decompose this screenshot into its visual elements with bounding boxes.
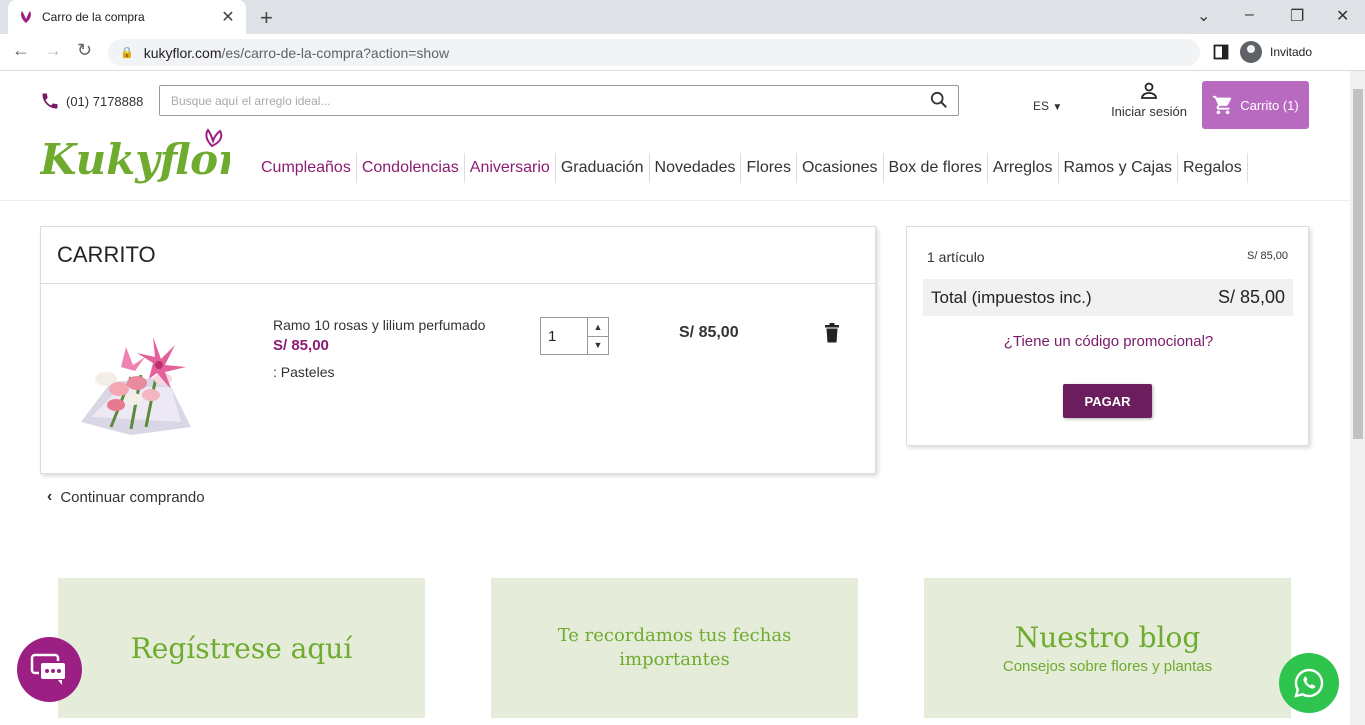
search-icon[interactable]	[930, 91, 948, 109]
profile-button[interactable]: Invitado	[1240, 38, 1325, 66]
pay-button[interactable]: PAGAR	[1063, 384, 1152, 418]
scrollbar-thumb[interactable]	[1353, 89, 1363, 439]
nav-item-graduación[interactable]: Graduación	[556, 153, 650, 183]
quantity-input[interactable]: 1	[541, 318, 588, 354]
register-banner[interactable]: Regístrese aquí	[58, 578, 425, 718]
summary-items-count: 1 artículo	[927, 249, 985, 265]
avatar-icon	[1240, 41, 1262, 63]
restore-icon[interactable]: ❐	[1290, 6, 1304, 26]
cart-button[interactable]: Carrito (1)	[1202, 81, 1309, 129]
blog-banner-subtitle: Consejos sobre flores y plantas	[1002, 658, 1213, 675]
nav-item-flores[interactable]: Flores	[741, 153, 797, 183]
summary-items-price: S/ 85,00	[1247, 250, 1288, 262]
caret-down-icon: ▼	[1052, 102, 1063, 113]
url-host: kukyflor.com	[143, 44, 222, 61]
whatsapp-icon	[1294, 668, 1324, 698]
new-tab-icon[interactable]: +	[260, 5, 273, 31]
summary-total-row: Total (impuestos inc.) S/ 85,00	[923, 279, 1293, 316]
phone-contact[interactable]: (01) 7178888	[40, 91, 143, 111]
cart-panel: CARRITO Ramo 10 rosas y lilium perfumado…	[40, 226, 876, 474]
nav-item-ramos-y-cajas[interactable]: Ramos y Cajas	[1059, 153, 1178, 183]
nav-item-regalos[interactable]: Regalos	[1178, 153, 1248, 183]
continue-label: Continuar comprando	[60, 488, 205, 506]
nav-item-box-de-flores[interactable]: Box de flores	[884, 153, 988, 183]
user-icon	[1141, 82, 1157, 99]
order-summary: 1 artículo S/ 85,00 Total (impuestos inc…	[906, 226, 1309, 446]
reminder-banner[interactable]: Te recordamos tus fechas importantes	[491, 578, 858, 718]
search-input[interactable]: Busque aquí el arreglo ideal...	[159, 85, 959, 116]
reload-icon[interactable]: ↻	[77, 40, 92, 61]
address-bar[interactable]: 🔒 kukyflor.com/es/carro-de-la-compra?act…	[108, 39, 1200, 66]
login-label: Iniciar sesión	[1111, 104, 1187, 119]
summary-total-label: Total (impuestos inc.)	[931, 287, 1092, 307]
product-name[interactable]: Ramo 10 rosas y lilium perfumado	[273, 317, 485, 333]
url-path: /es/carro-de-la-compra?action=show	[221, 44, 450, 61]
browser-tab[interactable]: Carro de la compra ✕	[8, 0, 246, 34]
cart-label: Carrito (1)	[1240, 97, 1299, 113]
browser-toolbar: ← → ↻ 🔒 kukyflor.com/es/carro-de-la-comp…	[0, 34, 1365, 71]
page-scrollbar[interactable]	[1350, 71, 1365, 725]
back-icon[interactable]: ←	[12, 40, 30, 61]
product-line-total: S/ 85,00	[679, 324, 739, 341]
minimize-icon[interactable]: –	[1245, 6, 1254, 24]
main-nav: Cumpleaños Condolencias Aniversario Graduac…	[256, 153, 1248, 183]
promo-code-link[interactable]: ¿Tiene un código promocional?	[907, 333, 1310, 350]
tab-title: Carro de la compra	[42, 10, 145, 24]
whatsapp-button[interactable]	[1279, 653, 1339, 713]
tab-close-icon[interactable]: ✕	[220, 7, 236, 27]
browser-tab-bar: Carro de la compra ✕ + ⌄ – ❐ ✕	[0, 0, 1365, 34]
close-window-icon[interactable]: ✕	[1336, 6, 1349, 26]
header-divider	[0, 200, 1350, 201]
nav-item-ocasiones[interactable]: Ocasiones	[797, 153, 884, 183]
register-banner-title: Regístrese aquí	[130, 631, 353, 665]
quantity-down-icon[interactable]: ▼	[588, 337, 608, 355]
chat-button[interactable]	[17, 637, 82, 702]
chat-icon	[30, 653, 67, 685]
shopping-cart-icon	[1213, 95, 1232, 115]
delete-trash-icon[interactable]	[824, 323, 840, 343]
language-label: ES	[1033, 99, 1050, 113]
chevron-left-icon: ‹	[47, 488, 53, 505]
reminder-banner-title: Te recordamos tus fechas importantes	[557, 625, 792, 670]
product-attribute: : Pasteles	[273, 364, 335, 380]
page: (01) 7178888 Busque aquí el arreglo idea…	[0, 71, 1350, 725]
phone-number: (01) 7178888	[66, 93, 144, 109]
summary-total-value: S/ 85,00	[1217, 287, 1285, 307]
nav-item-cumpleaños[interactable]: Cumpleaños	[256, 153, 357, 183]
nav-item-arreglos[interactable]: Arreglos	[988, 153, 1059, 183]
nav-item-condolencias[interactable]: Condolencias	[357, 153, 465, 183]
phone-icon	[42, 93, 58, 109]
tab-search-chevron-icon[interactable]: ⌄	[1197, 6, 1210, 26]
language-selector[interactable]: ES ▼	[1033, 99, 1062, 113]
cart-title: CARRITO	[41, 227, 875, 284]
profile-label: Invitado	[1270, 45, 1313, 59]
search-placeholder: Busque aquí el arreglo ideal...	[171, 93, 331, 108]
quantity-stepper[interactable]: 1 ▲ ▼	[540, 317, 609, 355]
lock-icon: 🔒	[120, 47, 134, 59]
logo-text: Kukyflor	[40, 135, 230, 184]
kukyflor-favicon-icon	[21, 11, 31, 23]
nav-item-novedades[interactable]: Novedades	[650, 153, 742, 183]
blog-banner-title: Nuestro blog	[1014, 621, 1201, 654]
product-unit-price: S/ 85,00	[273, 337, 329, 354]
forward-icon[interactable]: →	[44, 40, 62, 61]
continue-shopping-link[interactable]: ‹ Continuar comprando	[47, 488, 205, 506]
kukyflor-logo[interactable]: Kukyflor	[40, 126, 230, 191]
product-image[interactable]	[71, 317, 196, 442]
side-panel-icon[interactable]	[1213, 44, 1229, 60]
quantity-up-icon[interactable]: ▲	[588, 318, 608, 337]
nav-item-aniversario[interactable]: Aniversario	[465, 153, 556, 183]
login-link[interactable]: Iniciar sesión	[1109, 81, 1189, 119]
blog-banner[interactable]: Nuestro blog Consejos sobre flores y pla…	[924, 578, 1291, 718]
